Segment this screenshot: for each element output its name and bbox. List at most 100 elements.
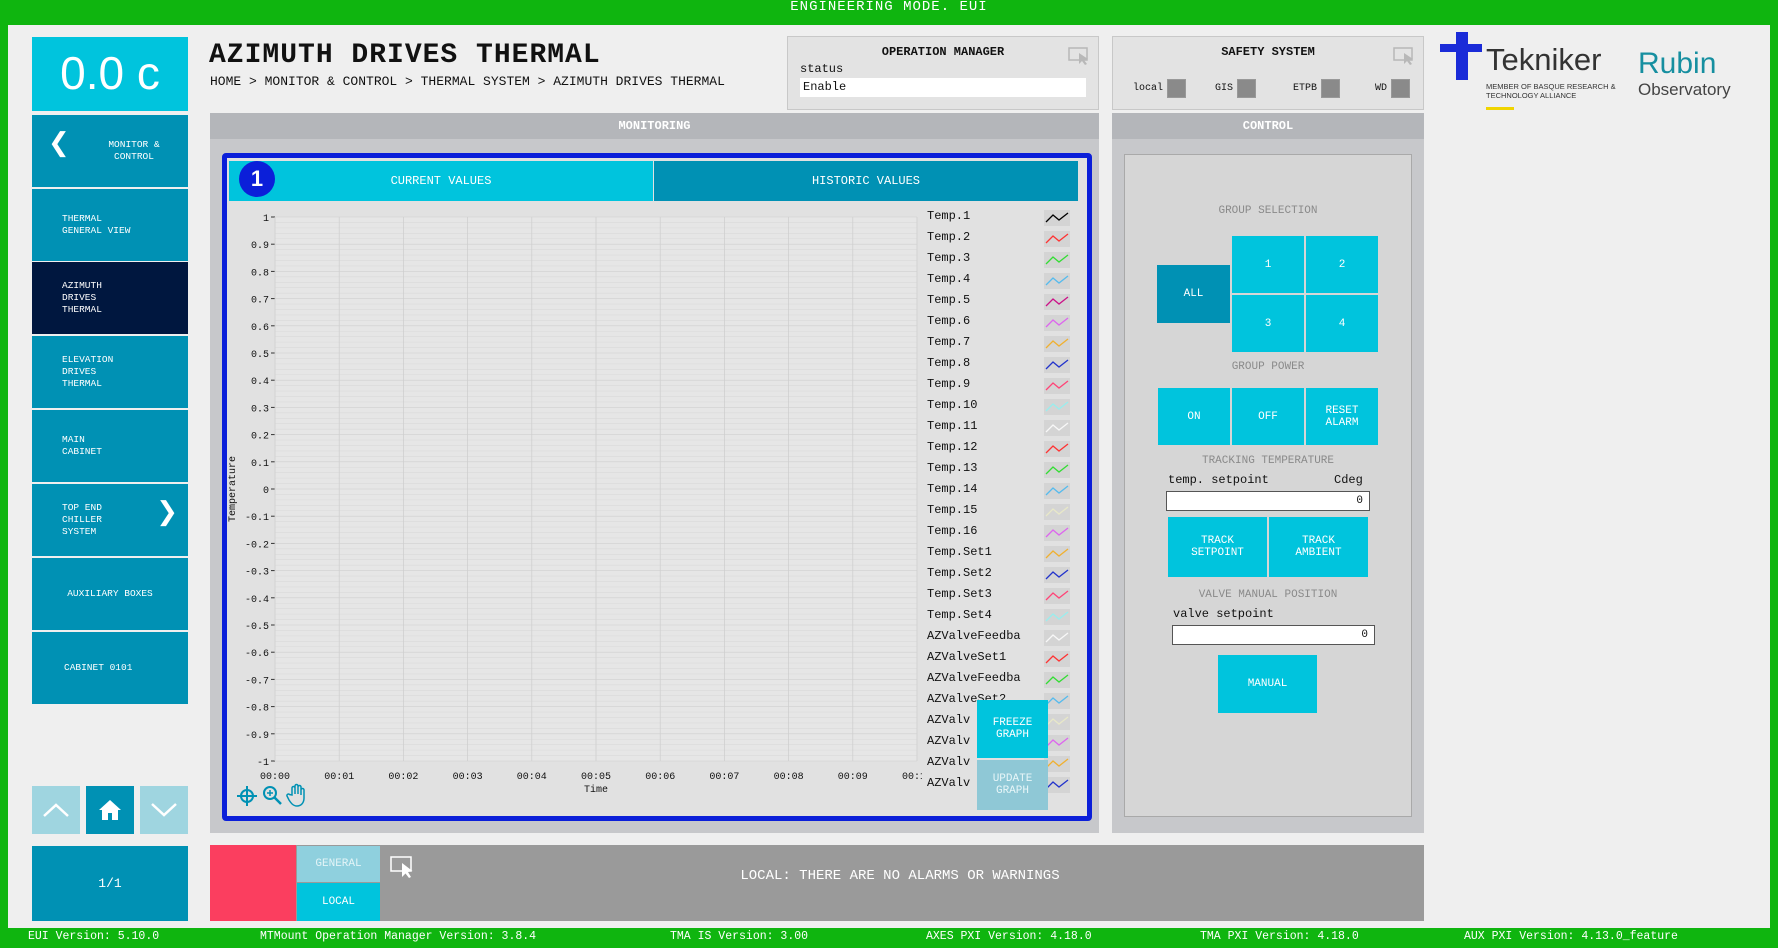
- update-graph-button[interactable]: UPDATE GRAPH: [977, 760, 1048, 810]
- tab-general[interactable]: GENERAL: [297, 846, 380, 882]
- y-tick-label: -0.7: [245, 676, 269, 687]
- y-tick-label: -0.4: [245, 595, 269, 606]
- alarm-message: LOCAL: THERE ARE NO ALARMS OR WARNINGS: [740, 868, 1060, 884]
- legend-label: Temp.Set1: [927, 545, 992, 559]
- tekniker-name: Tekniker: [1486, 42, 1602, 77]
- legend-label: Temp.7: [927, 335, 971, 349]
- tab-historic-values[interactable]: HISTORIC VALUES: [654, 161, 1078, 201]
- x-tick-label: 00:02: [388, 772, 418, 783]
- temperature-display: 0.0 c: [32, 37, 188, 111]
- sidebar-item-label: AUXILIARY BOXES: [67, 588, 153, 599]
- tab-local[interactable]: LOCAL: [297, 883, 380, 921]
- legend-label: Temp.8: [927, 356, 971, 370]
- y-tick-label: 0.2: [251, 432, 269, 443]
- group-all-button[interactable]: ALL: [1157, 265, 1230, 323]
- cursor-icon[interactable]: [1068, 47, 1090, 65]
- legend-label: AZValveSet1: [927, 650, 1007, 664]
- freeze-graph-button[interactable]: FREEZE GRAPH: [977, 700, 1048, 758]
- y-tick-label: 1: [263, 214, 269, 225]
- legend-swatch: [1044, 252, 1070, 268]
- sidebar-item-elevation-drives-thermal[interactable]: ELEVATION DRIVES THERMAL: [32, 336, 188, 408]
- legend-label: AZValveFeedba: [927, 671, 1021, 685]
- rubin-name: Rubin: [1638, 47, 1717, 80]
- x-axis-label: Time: [584, 784, 608, 796]
- x-tick-label: 00:08: [774, 772, 804, 783]
- y-axis-label: Temperature: [228, 456, 239, 522]
- page-up-button[interactable]: [32, 786, 80, 834]
- y-tick-label: -0.6: [245, 649, 269, 660]
- status-label: status: [800, 62, 844, 76]
- group-4-button[interactable]: 4: [1306, 295, 1378, 352]
- legend-label: Temp.14: [927, 482, 978, 496]
- sidebar-item-label: TOP END CHILLER SYSTEM: [62, 502, 102, 537]
- tracking-temperature-label: TRACKING TEMPERATURE: [1201, 455, 1335, 467]
- sidebar-item-cabinet-0101[interactable]: CABINET 0101: [32, 632, 188, 704]
- sidebar-item-auxiliary-boxes[interactable]: AUXILIARY BOXES: [32, 558, 188, 630]
- legend-swatch: [1044, 231, 1070, 247]
- pan-hand-icon[interactable]: [286, 783, 308, 807]
- power-on-button[interactable]: ON: [1158, 388, 1230, 445]
- y-tick-label: -0.3: [245, 568, 269, 579]
- legend-swatch: [1044, 504, 1070, 520]
- y-tick-label: -0.1: [245, 513, 269, 524]
- zoom-icon[interactable]: [261, 784, 283, 806]
- legend-label: Temp.1: [927, 209, 971, 223]
- y-tick-label: 0.5: [251, 350, 269, 361]
- x-tick-label: 00:10: [902, 772, 922, 783]
- chevron-left-icon: ❮: [48, 128, 70, 158]
- indicator-label: GIS: [1215, 83, 1234, 94]
- sidebar-item-label: AZIMUTH DRIVES THERMAL: [62, 280, 102, 315]
- monitoring-title: MONITORING: [210, 113, 1099, 139]
- sidebar-item-label: THERMAL GENERAL VIEW: [62, 213, 131, 236]
- legend-label: Temp.6: [927, 314, 971, 328]
- sidebar-item-label: CABINET 0101: [64, 662, 133, 673]
- valve-manual-position-label: VALVE MANUAL POSITION: [1198, 589, 1338, 601]
- track-ambient-button[interactable]: TRACK AMBIENT: [1269, 517, 1368, 577]
- y-tick-label: -0.5: [245, 622, 269, 633]
- legend-swatch: [1044, 294, 1070, 310]
- legend-label: AZValv: [927, 734, 971, 748]
- legend-swatch: [1044, 483, 1070, 499]
- chevron-right-icon: ❯: [156, 497, 178, 527]
- page-indicator: 1/1: [32, 846, 188, 921]
- legend-swatch: [1044, 588, 1070, 604]
- legend-swatch: [1044, 315, 1070, 331]
- x-tick-label: 00:03: [453, 772, 483, 783]
- footer: EUI Version: 5.10.0 MTMount Operation Ma…: [0, 930, 1778, 948]
- group-selection-label: GROUP SELECTION: [1218, 205, 1318, 217]
- sidebar-item-thermal-general-view[interactable]: THERMAL GENERAL VIEW: [32, 189, 188, 261]
- crosshair-icon[interactable]: [236, 785, 258, 807]
- tab-current-values[interactable]: CURRENT VALUES: [229, 161, 653, 201]
- legend-swatch: [1044, 357, 1070, 373]
- temperature-chart[interactable]: 1 0.9 0.8 0.7 0.6 0.5 0.4 0.3 0.2 0.1 0 -0.1 -0.2 -0.…: [222, 200, 922, 800]
- cursor-icon[interactable]: [1393, 47, 1415, 65]
- group-3-button[interactable]: 3: [1232, 295, 1304, 352]
- reset-alarm-button[interactable]: RESET ALARM: [1306, 388, 1378, 445]
- legend-label: Temp.9: [927, 377, 971, 391]
- page-down-button[interactable]: [140, 786, 188, 834]
- y-tick-label: 0.9: [251, 241, 269, 252]
- legend-label: Temp.2: [927, 230, 971, 244]
- legend-label: Temp.Set3: [927, 587, 992, 601]
- sidebar-item-top-end-chiller-system[interactable]: TOP END CHILLER SYSTEM ❯: [32, 484, 188, 556]
- legend-label: Temp.10: [927, 398, 978, 412]
- legend-swatch: [1044, 399, 1070, 415]
- legend-swatch: [1044, 567, 1070, 583]
- home-icon: [99, 800, 121, 820]
- indicator-led: [1237, 79, 1257, 98]
- group-2-button[interactable]: 2: [1306, 236, 1378, 293]
- home-button[interactable]: [86, 786, 134, 834]
- safety-indicator-wd: WD: [1375, 79, 1411, 98]
- y-tick-label: -0.8: [245, 704, 269, 715]
- track-setpoint-button[interactable]: TRACK SETPOINT: [1168, 517, 1267, 577]
- alarm-status-indicator: [210, 845, 296, 921]
- sidebar-back-button[interactable]: ❮ MONITOR & CONTROL: [32, 115, 188, 187]
- group-1-button[interactable]: 1: [1232, 236, 1304, 293]
- sidebar-item-azimuth-drives-thermal[interactable]: AZIMUTH DRIVES THERMAL: [32, 262, 188, 334]
- sidebar-item-main-cabinet[interactable]: MAIN CABINET: [32, 410, 188, 482]
- temp-setpoint-input[interactable]: 0: [1166, 491, 1370, 511]
- power-off-button[interactable]: OFF: [1232, 388, 1304, 445]
- manual-button[interactable]: MANUAL: [1218, 655, 1317, 713]
- valve-setpoint-input[interactable]: 0: [1172, 625, 1375, 645]
- legend-label: Temp.3: [927, 251, 971, 265]
